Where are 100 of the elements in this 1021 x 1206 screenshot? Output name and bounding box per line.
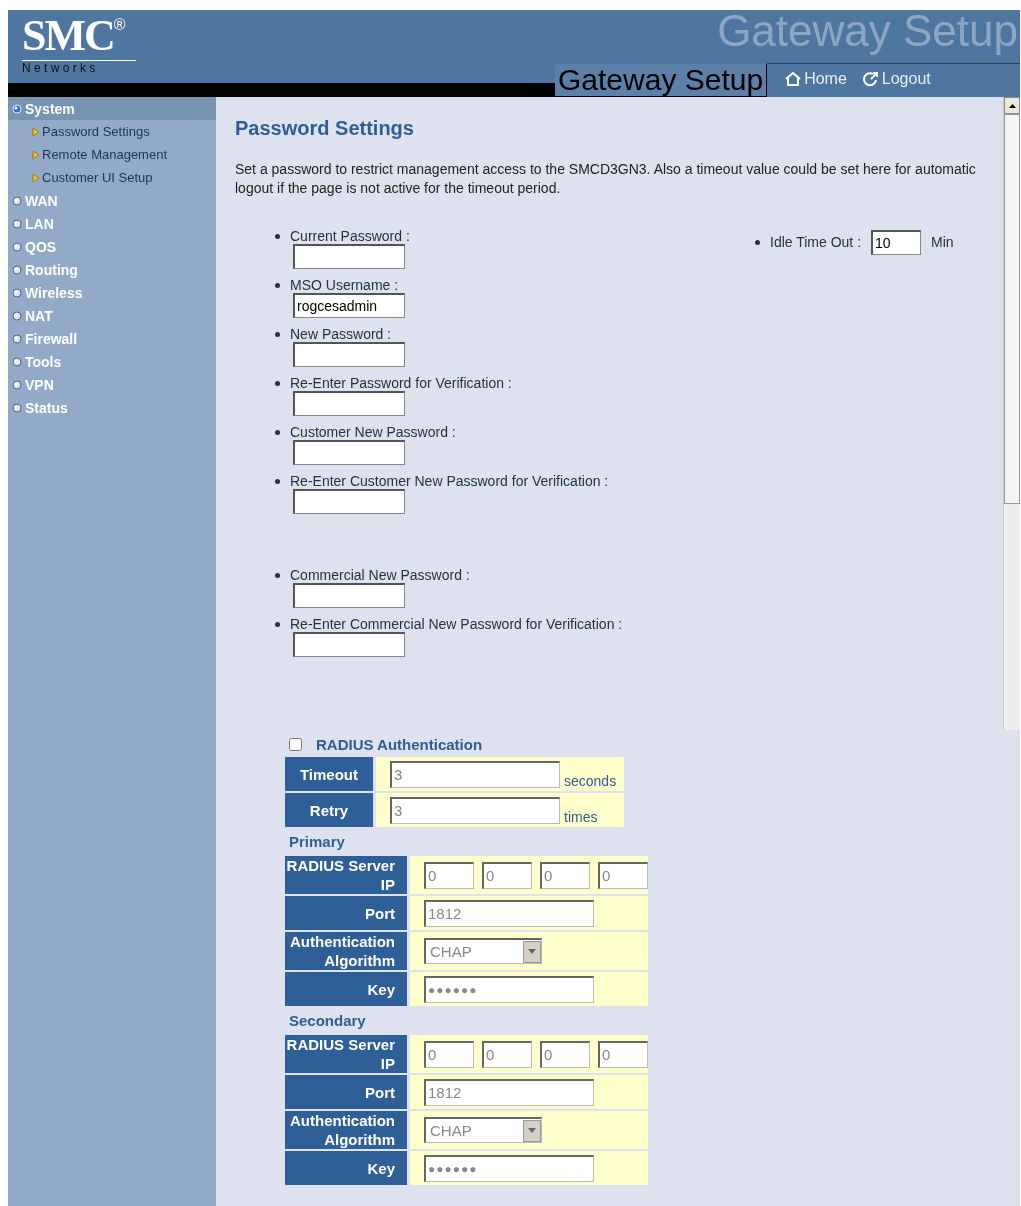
sidebar-item[interactable]: Routing xyxy=(8,258,216,281)
ip-octet-field[interactable]: 0 xyxy=(598,1040,648,1068)
row-header: Port xyxy=(285,896,407,930)
password-field[interactable] xyxy=(293,244,405,269)
bullet-ball-icon xyxy=(12,103,22,114)
password-field[interactable] xyxy=(293,632,405,657)
ip-octet-field[interactable]: 0 xyxy=(482,1040,532,1068)
bullet-ball-icon xyxy=(12,264,22,275)
sidebar-item[interactable]: Tools xyxy=(8,350,216,373)
bullet-dot xyxy=(275,282,280,288)
algorithm-select[interactable]: CHAP xyxy=(424,1117,542,1143)
sidebar-item[interactable]: System xyxy=(8,97,216,120)
password-field[interactable] xyxy=(293,440,405,465)
bullet-dot xyxy=(275,621,280,627)
bullet-ball-icon xyxy=(12,379,22,390)
sidebar-item[interactable]: Wireless xyxy=(8,281,216,304)
house-icon xyxy=(785,71,802,86)
ip-octet-field[interactable]: 0 xyxy=(540,1040,590,1068)
password-field[interactable] xyxy=(293,391,405,416)
sidebar-item[interactable]: NAT xyxy=(8,304,216,327)
logo-subtitle: N e t w o r k s xyxy=(22,60,136,75)
bullet-ball-icon xyxy=(12,241,22,252)
checkbox-label: RADIUS Authentication xyxy=(316,736,483,753)
port-field[interactable]: 1812 xyxy=(424,899,594,927)
ip-octet-field[interactable]: 0 xyxy=(598,861,648,889)
bullet-ball-icon xyxy=(12,333,22,344)
key-field[interactable]: ●●●●●● xyxy=(424,1154,594,1182)
password-field[interactable] xyxy=(293,342,405,367)
password-field[interactable]: rogcesadmin xyxy=(293,293,405,318)
row-header: Retry xyxy=(285,793,373,827)
idle-timeout-field[interactable]: 10 xyxy=(871,229,922,255)
bullet-dot xyxy=(275,429,280,435)
number-field[interactable]: 3 xyxy=(390,760,560,788)
bullet-dot xyxy=(275,380,280,386)
unit-label: seconds xyxy=(564,773,617,791)
header-link[interactable]: Logout xyxy=(862,69,931,88)
algorithm-select[interactable]: CHAP xyxy=(424,938,542,964)
bullet-dot xyxy=(755,239,760,245)
sidebar-item[interactable]: WAN xyxy=(8,189,216,212)
bullet-ball-icon xyxy=(12,310,22,321)
bullet-ball-icon xyxy=(12,356,22,367)
row-header: RADIUS Server IP xyxy=(285,856,407,894)
field-label: Idle Time Out : xyxy=(770,234,862,250)
sidebar-item[interactable]: LAN xyxy=(8,212,216,235)
row-header: RADIUS Server IP xyxy=(285,1035,407,1073)
port-field[interactable]: 1812 xyxy=(424,1078,594,1106)
section-title: Secondary xyxy=(288,1011,367,1031)
bullet-dot xyxy=(275,233,280,239)
bullet-ball-icon xyxy=(12,287,22,298)
sidebar-item[interactable]: Firewall xyxy=(8,327,216,350)
sidebar-subitem[interactable]: Remote Management xyxy=(8,143,216,166)
ip-octet-field[interactable]: 0 xyxy=(540,861,590,889)
triangle-icon xyxy=(32,149,40,160)
sidebar-item[interactable]: Status xyxy=(8,396,216,419)
header-link[interactable]: Home xyxy=(785,69,847,88)
header-title: Gateway Setup xyxy=(555,64,768,97)
field-label: MSO Username : xyxy=(290,277,399,293)
bullet-dot xyxy=(275,572,280,578)
sidebar-subitem[interactable]: Password Settings xyxy=(8,120,216,143)
sidebar-item[interactable]: QOS xyxy=(8,235,216,258)
row-header: Authentication Algorithm xyxy=(285,932,407,970)
field-label: Commercial New Password : xyxy=(290,567,470,583)
scrollbar[interactable] xyxy=(1003,97,1020,730)
registered-mark: ® xyxy=(113,16,126,33)
row-header: Key xyxy=(285,1151,407,1185)
logo-text: SMC xyxy=(22,11,114,60)
row-header: Key xyxy=(285,972,407,1006)
bullet-dot xyxy=(275,478,280,484)
sidebar-subitem[interactable]: Customer UI Setup xyxy=(8,166,216,189)
triangle-icon xyxy=(32,126,40,137)
page-title: Password Settings xyxy=(235,117,415,140)
bullet-ball-icon xyxy=(12,402,22,413)
banner-text: Gateway Setup xyxy=(717,10,1018,56)
unit-label: times xyxy=(564,809,598,827)
password-field[interactable] xyxy=(293,583,405,608)
field-label: Re-Enter Password for Verification : xyxy=(290,375,512,391)
sidebar-item[interactable]: VPN xyxy=(8,373,216,396)
row-header: Authentication Algorithm xyxy=(285,1111,407,1149)
unit-label: Min xyxy=(931,234,954,250)
bullet-ball-icon xyxy=(12,218,22,229)
field-label: New Password : xyxy=(290,326,392,342)
row-header: Port xyxy=(285,1075,407,1109)
section-title: Primary xyxy=(288,832,346,852)
ip-octet-field[interactable]: 0 xyxy=(424,861,474,889)
ip-octet-field[interactable]: 0 xyxy=(482,861,532,889)
field-label: Re-Enter Customer New Password for Verification : xyxy=(290,473,609,489)
bullet-ball-icon xyxy=(12,195,22,206)
row-header: Timeout xyxy=(285,757,373,791)
triangle-icon xyxy=(32,172,40,183)
radius-checkbox[interactable] xyxy=(289,738,302,751)
up-arrow-icon xyxy=(1008,103,1016,108)
exit-arrow-icon xyxy=(862,70,879,87)
password-field[interactable] xyxy=(293,489,405,514)
bullet-dot xyxy=(275,331,280,337)
number-field[interactable]: 3 xyxy=(390,796,560,824)
page-description: Set a password to restrict management access to the SMCD3GN3. Also a timeout value could be set here for automatic logout if the page is not active for the timeout period. xyxy=(235,160,977,198)
ip-octet-field[interactable]: 0 xyxy=(424,1040,474,1068)
field-label: Re-Enter Commercial New Password for Verification : xyxy=(290,616,623,632)
key-field[interactable]: ●●●●●● xyxy=(424,975,594,1003)
field-label: Current Password : xyxy=(290,228,410,244)
